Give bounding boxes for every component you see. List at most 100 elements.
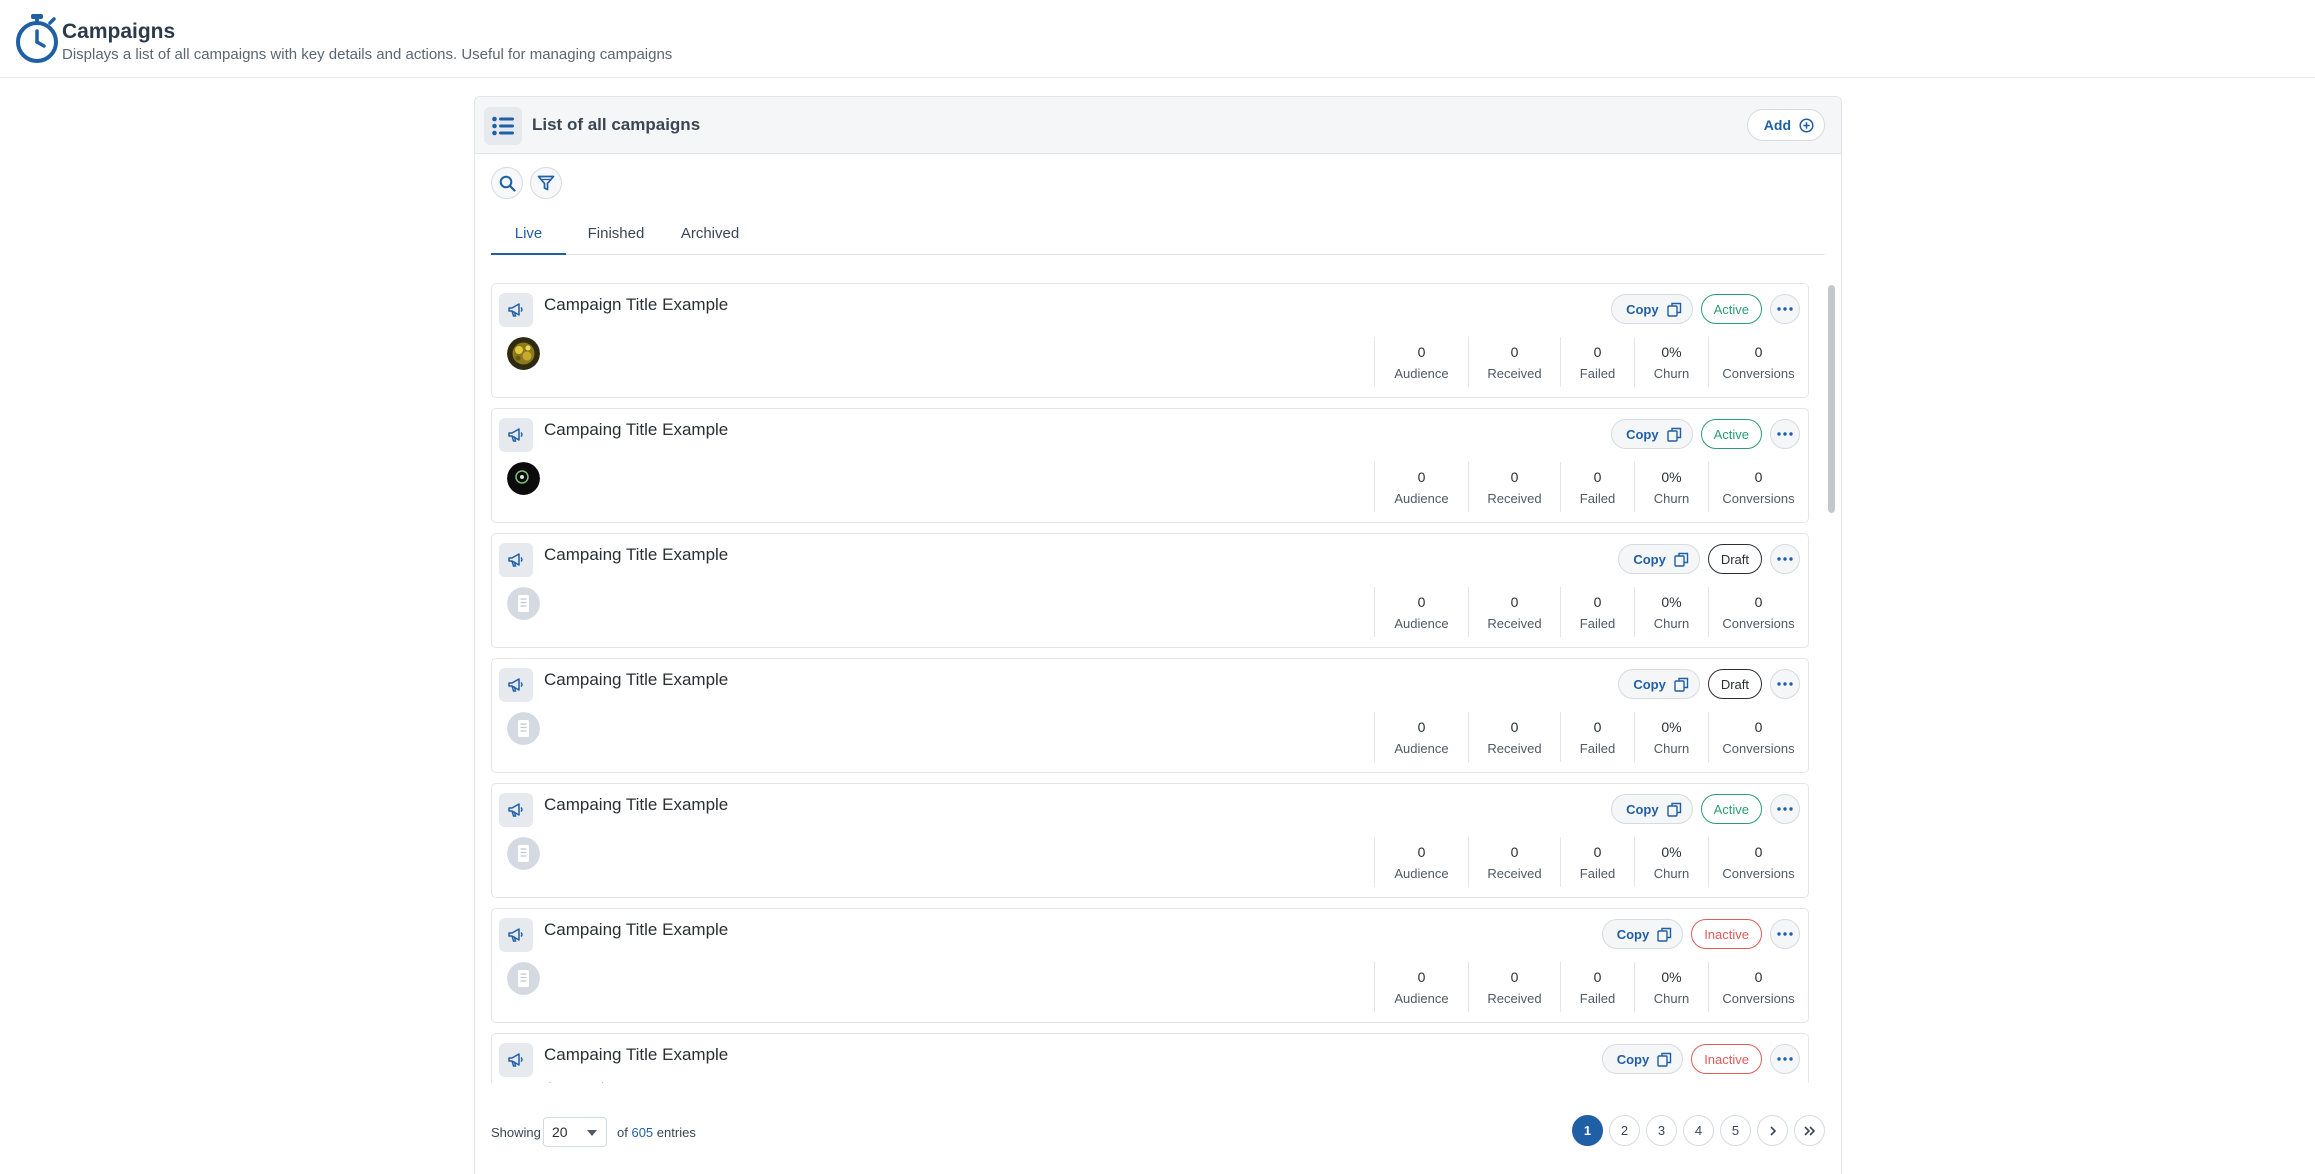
entries-label: entries: [656, 1125, 696, 1140]
campaign-title[interactable]: Campaing Title Example: [544, 920, 728, 940]
page-button-3[interactable]: 3: [1646, 1115, 1677, 1146]
stat-value: 0: [1417, 844, 1426, 860]
status-badge[interactable]: Inactive: [1691, 919, 1762, 949]
stopwatch-icon: [16, 14, 58, 63]
status-badge[interactable]: Draft: [1707, 669, 1762, 699]
copy-button[interactable]: Copy: [1618, 544, 1700, 574]
stat-value: 0: [1593, 844, 1602, 860]
campaign-avatar: [507, 337, 540, 370]
tab-finished[interactable]: Finished: [579, 223, 653, 255]
stat-failed: 0 Failed: [1560, 837, 1634, 887]
filter-icon: [537, 175, 555, 191]
status-badge[interactable]: Active: [1700, 419, 1762, 449]
campaign-avatar: [507, 837, 540, 870]
pagination: 1 2 3 4 5: [1572, 1115, 1825, 1146]
more-actions-button[interactable]: [1770, 294, 1800, 324]
more-actions-button[interactable]: [1770, 669, 1800, 699]
filter-button[interactable]: [530, 167, 562, 199]
megaphone-icon: [508, 928, 523, 942]
copy-button[interactable]: Copy: [1611, 794, 1693, 824]
campaign-title[interactable]: Campaing Title Example: [544, 1045, 728, 1065]
page-button-5[interactable]: 5: [1720, 1115, 1751, 1146]
total-entries: 605: [631, 1125, 654, 1140]
stat-churn: 0% Churn: [1634, 712, 1708, 762]
stat-label: Churn: [1653, 616, 1690, 631]
stat-value: 0%: [1661, 844, 1682, 860]
stat-label: Conversions: [1722, 741, 1795, 756]
last-page-button[interactable]: [1794, 1115, 1825, 1146]
page-button-4[interactable]: 4: [1683, 1115, 1714, 1146]
row-actions: Copy Draft: [1618, 544, 1800, 574]
copy-button[interactable]: Copy: [1611, 419, 1693, 449]
page-button-2[interactable]: 2: [1609, 1115, 1640, 1146]
list-icon: [484, 107, 522, 145]
more-actions-button[interactable]: [1770, 1044, 1800, 1074]
stat-value: 0: [1417, 469, 1426, 485]
campaign-row[interactable]: Campaign Title Example Copy Active 0 Audienc…: [491, 283, 1809, 398]
more-actions-button[interactable]: [1770, 419, 1800, 449]
stat-label: Conversions: [1722, 866, 1795, 881]
stat-value: 0: [1510, 344, 1519, 360]
campaign-title[interactable]: Campaing Title Example: [544, 420, 728, 440]
tab-live[interactable]: Live: [491, 223, 566, 255]
stat-value: 0: [1510, 719, 1519, 735]
stat-received: 0 Received: [1468, 587, 1560, 637]
more-actions-button[interactable]: [1770, 919, 1800, 949]
copy-icon: [1666, 302, 1681, 317]
more-icon: [1777, 557, 1793, 561]
copy-button[interactable]: Copy: [1611, 294, 1693, 324]
copy-label: Copy: [1633, 551, 1666, 567]
stat-label: Conversions: [1722, 491, 1795, 506]
campaign-title[interactable]: Campaing Title Example: [544, 545, 728, 565]
copy-label: Copy: [1616, 926, 1650, 942]
copy-icon: [1666, 802, 1681, 817]
campaign-row[interactable]: Campaing Title Example Copy Active 0 Audienc…: [491, 783, 1809, 898]
more-actions-button[interactable]: [1770, 794, 1800, 824]
campaign-tabs: Live Finished Archived: [491, 223, 1825, 255]
stat-audience: 0 Audience: [1374, 712, 1468, 762]
scrollbar-thumb[interactable]: [1828, 285, 1835, 513]
stat-value: 0%: [1661, 719, 1682, 735]
stat-label: Received: [1487, 991, 1542, 1006]
stat-audience: 0 Audience: [1374, 337, 1468, 387]
campaign-row[interactable]: Campaing Title Example Copy Draft 0 Audience…: [491, 533, 1809, 648]
search-button[interactable]: [491, 167, 523, 199]
copy-button[interactable]: Copy: [1618, 669, 1700, 699]
campaign-title[interactable]: Campaing Title Example: [544, 795, 728, 815]
add-campaign-button[interactable]: Add: [1746, 109, 1825, 141]
page-button-1[interactable]: 1: [1572, 1115, 1603, 1146]
stat-received: 0 Received: [1468, 712, 1560, 762]
stat-label: Audience: [1394, 991, 1449, 1006]
stat-label: Churn: [1653, 366, 1690, 381]
copy-button[interactable]: Copy: [1601, 919, 1684, 949]
double-chevron-right-icon: [1803, 1125, 1815, 1136]
stat-conversions: 0 Conversions: [1708, 962, 1808, 1012]
more-icon: [1777, 1057, 1793, 1061]
campaign-title[interactable]: Campaign Title Example: [544, 295, 728, 315]
stat-value: 0%: [1661, 594, 1682, 610]
campaign-row[interactable]: Campaing Title Example Copy Draft 0 Audience…: [491, 658, 1809, 773]
stat-failed: 0 Failed: [1560, 587, 1634, 637]
stat-value: 0: [1593, 719, 1602, 735]
tab-archived[interactable]: Archived: [672, 223, 748, 255]
row-actions: Copy Inactive: [1601, 1044, 1800, 1074]
status-badge[interactable]: Inactive: [1691, 1044, 1762, 1074]
campaign-title[interactable]: Campaing Title Example: [544, 670, 728, 690]
status-badge[interactable]: Draft: [1707, 544, 1762, 574]
stat-value: 0: [1417, 969, 1426, 985]
copy-icon: [1657, 927, 1672, 942]
card-header: List of all campaigns Add: [475, 97, 1841, 154]
next-page-button[interactable]: [1757, 1115, 1788, 1146]
campaign-row[interactable]: Campaing Title Example dasas update Copy In…: [491, 1033, 1809, 1083]
list-scrollbar[interactable]: [1826, 283, 1836, 1083]
copy-button[interactable]: Copy: [1601, 1044, 1684, 1074]
row-actions: Copy Active: [1611, 794, 1800, 824]
status-badge[interactable]: Active: [1700, 794, 1762, 824]
add-button-label: Add: [1763, 117, 1791, 133]
more-actions-button[interactable]: [1770, 544, 1800, 574]
campaign-row[interactable]: Campaing Title Example Copy Inactive 0 Audie…: [491, 908, 1809, 1023]
copy-label: Copy: [1626, 426, 1659, 442]
status-badge[interactable]: Active: [1700, 294, 1762, 324]
page-size-select[interactable]: 20: [543, 1117, 607, 1147]
campaign-row[interactable]: Campaing Title Example Copy Active 0 Audienc…: [491, 408, 1809, 523]
